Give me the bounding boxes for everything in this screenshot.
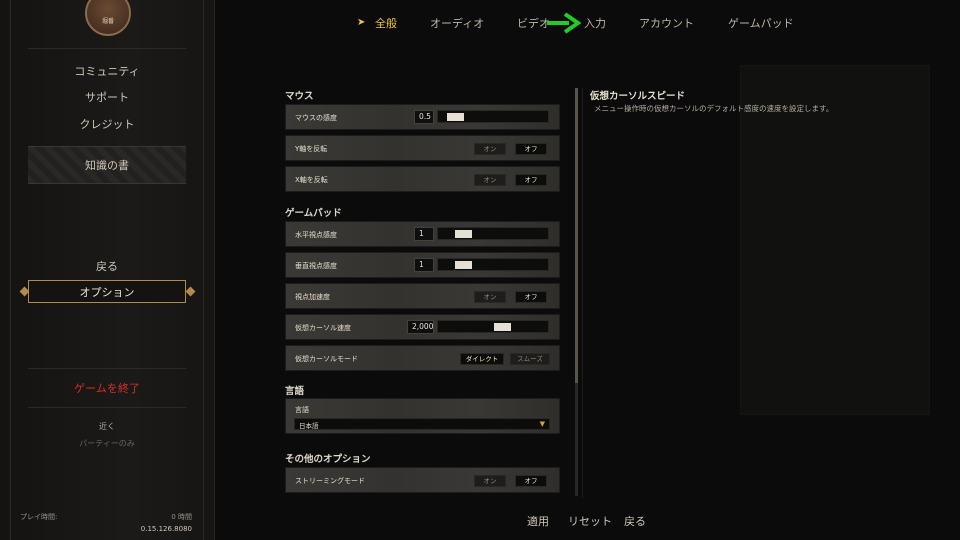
section-language: 言語 (285, 386, 305, 397)
slider-thumb[interactable] (447, 113, 464, 121)
tab-general[interactable]: 全般 (375, 15, 397, 31)
setting-label: X軸を反転 (295, 176, 328, 184)
setting-row-invert-y: Y軸を反転 オン オフ (285, 135, 560, 161)
setting-label: 仮想カーソルモード (295, 355, 358, 363)
horizontal-sensitivity-slider[interactable] (437, 227, 549, 240)
vertical-sensitivity-value[interactable]: 1 (414, 258, 434, 272)
setting-label: 視点加速度 (295, 293, 330, 301)
setting-row-mouse-sensitivity: マウスの感度 0.5 (285, 104, 560, 130)
tab-account[interactable]: アカウント (639, 15, 694, 31)
sidebar-divider (28, 368, 186, 369)
cursor-mode-smooth-button[interactable]: スムーズ (510, 353, 550, 365)
invert-x-on-button[interactable]: オン (474, 174, 506, 186)
diamond-right-icon (185, 286, 196, 297)
chevron-down-icon: ▼ (539, 420, 545, 428)
mouse-sensitivity-value[interactable]: 0.5 (414, 110, 434, 124)
party-only-label[interactable]: パーティーのみ (28, 438, 186, 449)
setting-row-invert-x: X軸を反転 オン オフ (285, 166, 560, 192)
invert-y-on-button[interactable]: オン (474, 143, 506, 155)
sidebar: 堀番 コミュニティ サポート クレジット 知識の書 戻る オプション ゲームを終… (0, 0, 215, 540)
cursor-speed-value[interactable]: 2,000 (407, 320, 434, 334)
horizontal-sensitivity-value[interactable]: 1 (414, 227, 434, 241)
setting-row-streaming-mode: ストリーミングモード オン オフ (285, 467, 560, 493)
setting-row-view-acceleration: 視点加速度 オン オフ (285, 283, 560, 309)
settings-scrollbar[interactable] (575, 88, 578, 496)
description-title: 仮想カーソルスピード (590, 91, 686, 102)
tab-gamepad[interactable]: ゲームパッド (728, 15, 794, 31)
sidebar-item-knowledge-book[interactable]: 知識の書 (28, 146, 186, 184)
language-select-value: 日本語 (299, 422, 319, 430)
invert-x-off-button[interactable]: オフ (515, 174, 547, 186)
streaming-mode-off-button[interactable]: オフ (515, 475, 547, 487)
setting-label: Y軸を反転 (295, 145, 328, 153)
vertical-sensitivity-slider[interactable] (437, 258, 549, 271)
active-tab-arrow-icon: ➤ (357, 17, 366, 28)
setting-label: 仮想カーソル速度 (295, 324, 351, 332)
section-mouse: マウス (285, 91, 314, 102)
setting-label: マウスの感度 (295, 114, 337, 122)
setting-label: ストリーミングモード (295, 477, 365, 485)
setting-row-cursor-mode: 仮想カーソルモード ダイレクト スムーズ (285, 345, 560, 371)
slider-thumb[interactable] (494, 323, 511, 331)
tab-audio[interactable]: オーディオ (430, 15, 484, 31)
view-acceleration-off-button[interactable]: オフ (515, 291, 547, 303)
sidebar-item-community[interactable]: コミュニティ (28, 63, 186, 79)
setting-label: 言語 (295, 406, 309, 414)
invert-y-off-button[interactable]: オフ (515, 143, 547, 155)
logo-text: 堀番 (101, 17, 114, 25)
section-gamepad: ゲームパッド (285, 208, 342, 219)
sidebar-item-options[interactable]: オプション (28, 280, 186, 303)
background-panel (740, 65, 930, 415)
game-logo: 堀番 (85, 0, 131, 36)
version-label: 0.15.126.8080 (140, 525, 192, 533)
sidebar-item-support[interactable]: サポート (28, 89, 186, 105)
cursor-mode-direct-button[interactable]: ダイレクト (460, 353, 504, 365)
knowledge-label: 知識の書 (85, 159, 129, 172)
tab-input[interactable]: 入力 (584, 15, 606, 31)
setting-row-vertical-sensitivity: 垂直視点感度 1 (285, 252, 560, 278)
setting-row-cursor-speed: 仮想カーソル速度 2,000 (285, 314, 560, 340)
sidebar-divider (28, 407, 186, 408)
section-other-options: その他のオプション (285, 454, 371, 465)
language-select[interactable]: 日本語 ▼ (294, 418, 550, 430)
view-acceleration-on-button[interactable]: オン (474, 291, 506, 303)
mouse-sensitivity-slider[interactable] (437, 110, 549, 123)
sidebar-divider (28, 48, 186, 49)
description-text: メニュー操作時の仮想カーソルのデフォルト感度の速度を設定します。 (594, 104, 834, 113)
slider-thumb[interactable] (455, 230, 472, 238)
panel-divider (582, 88, 583, 498)
playtime-value: 0 時間 (171, 513, 192, 521)
apply-button[interactable]: 適用 (527, 513, 549, 529)
sidebar-item-credits[interactable]: クレジット (28, 116, 186, 132)
setting-label: 水平視点感度 (295, 231, 337, 239)
nearby-label[interactable]: 近く (28, 421, 186, 432)
quit-game-button[interactable]: ゲームを終了 (28, 380, 186, 396)
reset-button[interactable]: リセット (568, 513, 612, 529)
sidebar-item-back[interactable]: 戻る (28, 258, 186, 274)
scrollbar-thumb[interactable] (575, 88, 578, 383)
streaming-mode-on-button[interactable]: オン (474, 475, 506, 487)
setting-row-horizontal-sensitivity: 水平視点感度 1 (285, 221, 560, 247)
playtime-label: プレイ時間: (20, 513, 58, 521)
options-label: オプション (79, 285, 135, 299)
setting-row-language: 言語 日本語 ▼ (285, 398, 560, 434)
slider-thumb[interactable] (455, 261, 472, 269)
cursor-speed-slider[interactable] (437, 320, 549, 333)
annotation-arrow-icon (547, 12, 581, 34)
setting-label: 垂直視点感度 (295, 262, 337, 270)
back-button[interactable]: 戻る (624, 513, 646, 529)
settings-panel: マウス マウスの感度 0.5 Y軸を反転 オン オフ X軸を反転 オン オフ ゲ… (284, 85, 572, 500)
